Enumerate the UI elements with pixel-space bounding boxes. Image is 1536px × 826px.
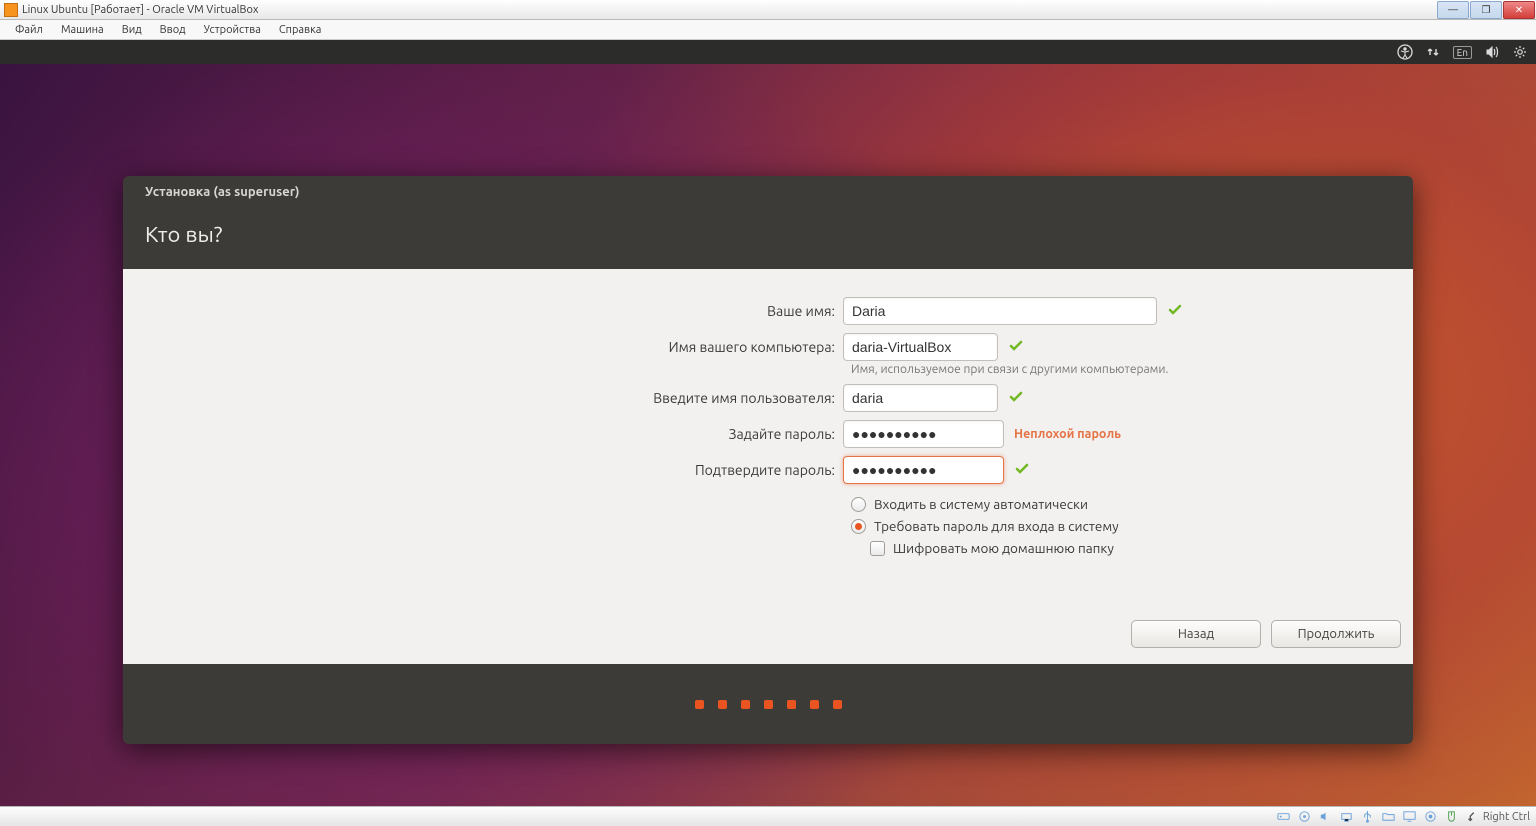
username-label: Введите имя пользователя: <box>153 390 843 406</box>
radio-login-auto[interactable]: Входить в систему автоматически <box>851 496 1383 512</box>
computer-input[interactable] <box>843 333 998 361</box>
name-input[interactable] <box>843 297 1157 325</box>
virtualbox-icon <box>4 3 18 17</box>
maximize-button[interactable]: ❐ <box>1470 1 1502 19</box>
language-indicator[interactable]: En <box>1453 46 1472 59</box>
password-label: Задайте пароль: <box>153 426 843 442</box>
audio-icon[interactable] <box>1318 809 1333 824</box>
computer-label: Имя вашего компьютера: <box>153 339 843 355</box>
radio-label: Требовать пароль для входа в систему <box>874 518 1119 534</box>
ubuntu-desktop: Установка (as superuser) Кто вы? Ваше им… <box>0 64 1536 806</box>
checkmark-icon <box>1008 338 1024 357</box>
name-label: Ваше имя: <box>153 303 843 319</box>
close-button[interactable]: ✕ <box>1503 1 1535 19</box>
checkmark-icon <box>1014 461 1030 480</box>
progress-dot <box>764 700 773 709</box>
shared-folder-icon[interactable] <box>1381 809 1396 824</box>
checkmark-icon <box>1167 302 1183 321</box>
window-titlebar: Linux Ubuntu [Работает] - Oracle VM Virt… <box>0 0 1536 20</box>
computer-hint: Имя, используемое при связи с другими ко… <box>851 363 1383 376</box>
usb-icon[interactable] <box>1360 809 1375 824</box>
menu-devices[interactable]: Устройства <box>195 24 270 36</box>
checkbox-encrypt-home[interactable]: Шифровать мою домашнюю папку <box>870 540 1383 556</box>
menu-machine[interactable]: Машина <box>52 24 113 36</box>
menu-help[interactable]: Справка <box>270 24 331 36</box>
password-strength-hint: Неплохой пароль <box>1014 427 1121 441</box>
guest-display: En Установка (as superuser) Кто вы? Ваше… <box>0 40 1536 806</box>
ubuntu-top-panel: En <box>0 40 1536 64</box>
radio-icon <box>851 519 866 534</box>
host-key-indicator[interactable]: Right Ctrl <box>1465 810 1530 824</box>
virtualbox-statusbar: Right Ctrl <box>0 806 1536 826</box>
volume-icon[interactable] <box>1484 44 1500 60</box>
host-key-label: Right Ctrl <box>1483 811 1530 823</box>
optical-disk-icon[interactable] <box>1297 809 1312 824</box>
network-status-icon[interactable] <box>1339 809 1354 824</box>
installer-body: Ваше имя: Имя вашего компьютера: Имя, ис… <box>123 269 1413 604</box>
progress-dot <box>718 700 727 709</box>
continue-button[interactable]: Продолжить <box>1271 620 1401 648</box>
menu-input[interactable]: Ввод <box>151 24 195 36</box>
network-icon[interactable] <box>1425 44 1441 60</box>
progress-dot <box>787 700 796 709</box>
progress-dot <box>810 700 819 709</box>
mouse-integration-icon[interactable] <box>1444 809 1459 824</box>
radio-label: Входить в систему автоматически <box>874 496 1088 512</box>
password-input[interactable] <box>843 420 1004 448</box>
checkbox-label: Шифровать мою домашнюю папку <box>893 540 1114 556</box>
progress-dot <box>833 700 842 709</box>
radio-icon <box>851 497 866 512</box>
virtualbox-menubar: Файл Машина Вид Ввод Устройства Справка <box>0 20 1536 40</box>
password-confirm-label: Подтвердите пароль: <box>153 462 843 478</box>
installer-footer <box>123 664 1413 744</box>
checkmark-icon <box>1008 389 1024 408</box>
installer-window: Установка (as superuser) Кто вы? Ваше им… <box>123 176 1413 744</box>
menu-view[interactable]: Вид <box>113 24 151 36</box>
gear-icon[interactable] <box>1512 44 1528 60</box>
installer-heading: Кто вы? <box>123 208 1413 269</box>
accessibility-icon[interactable] <box>1397 44 1413 60</box>
progress-dot <box>695 700 704 709</box>
back-button[interactable]: Назад <box>1131 620 1261 648</box>
progress-dot <box>741 700 750 709</box>
password-confirm-input[interactable] <box>843 456 1004 484</box>
minimize-button[interactable]: — <box>1437 1 1469 19</box>
menu-file[interactable]: Файл <box>6 24 52 36</box>
installer-title: Установка (as superuser) <box>145 185 300 199</box>
window-title: Linux Ubuntu [Работает] - Oracle VM Virt… <box>22 4 1437 16</box>
checkbox-icon <box>870 541 885 556</box>
hard-disk-icon[interactable] <box>1276 809 1291 824</box>
installer-titlebar[interactable]: Установка (as superuser) <box>123 176 1413 208</box>
username-input[interactable] <box>843 384 998 412</box>
radio-login-password[interactable]: Требовать пароль для входа в систему <box>851 518 1383 534</box>
display-icon[interactable] <box>1402 809 1417 824</box>
installer-button-row: Назад Продолжить <box>123 604 1413 664</box>
recording-icon[interactable] <box>1423 809 1438 824</box>
